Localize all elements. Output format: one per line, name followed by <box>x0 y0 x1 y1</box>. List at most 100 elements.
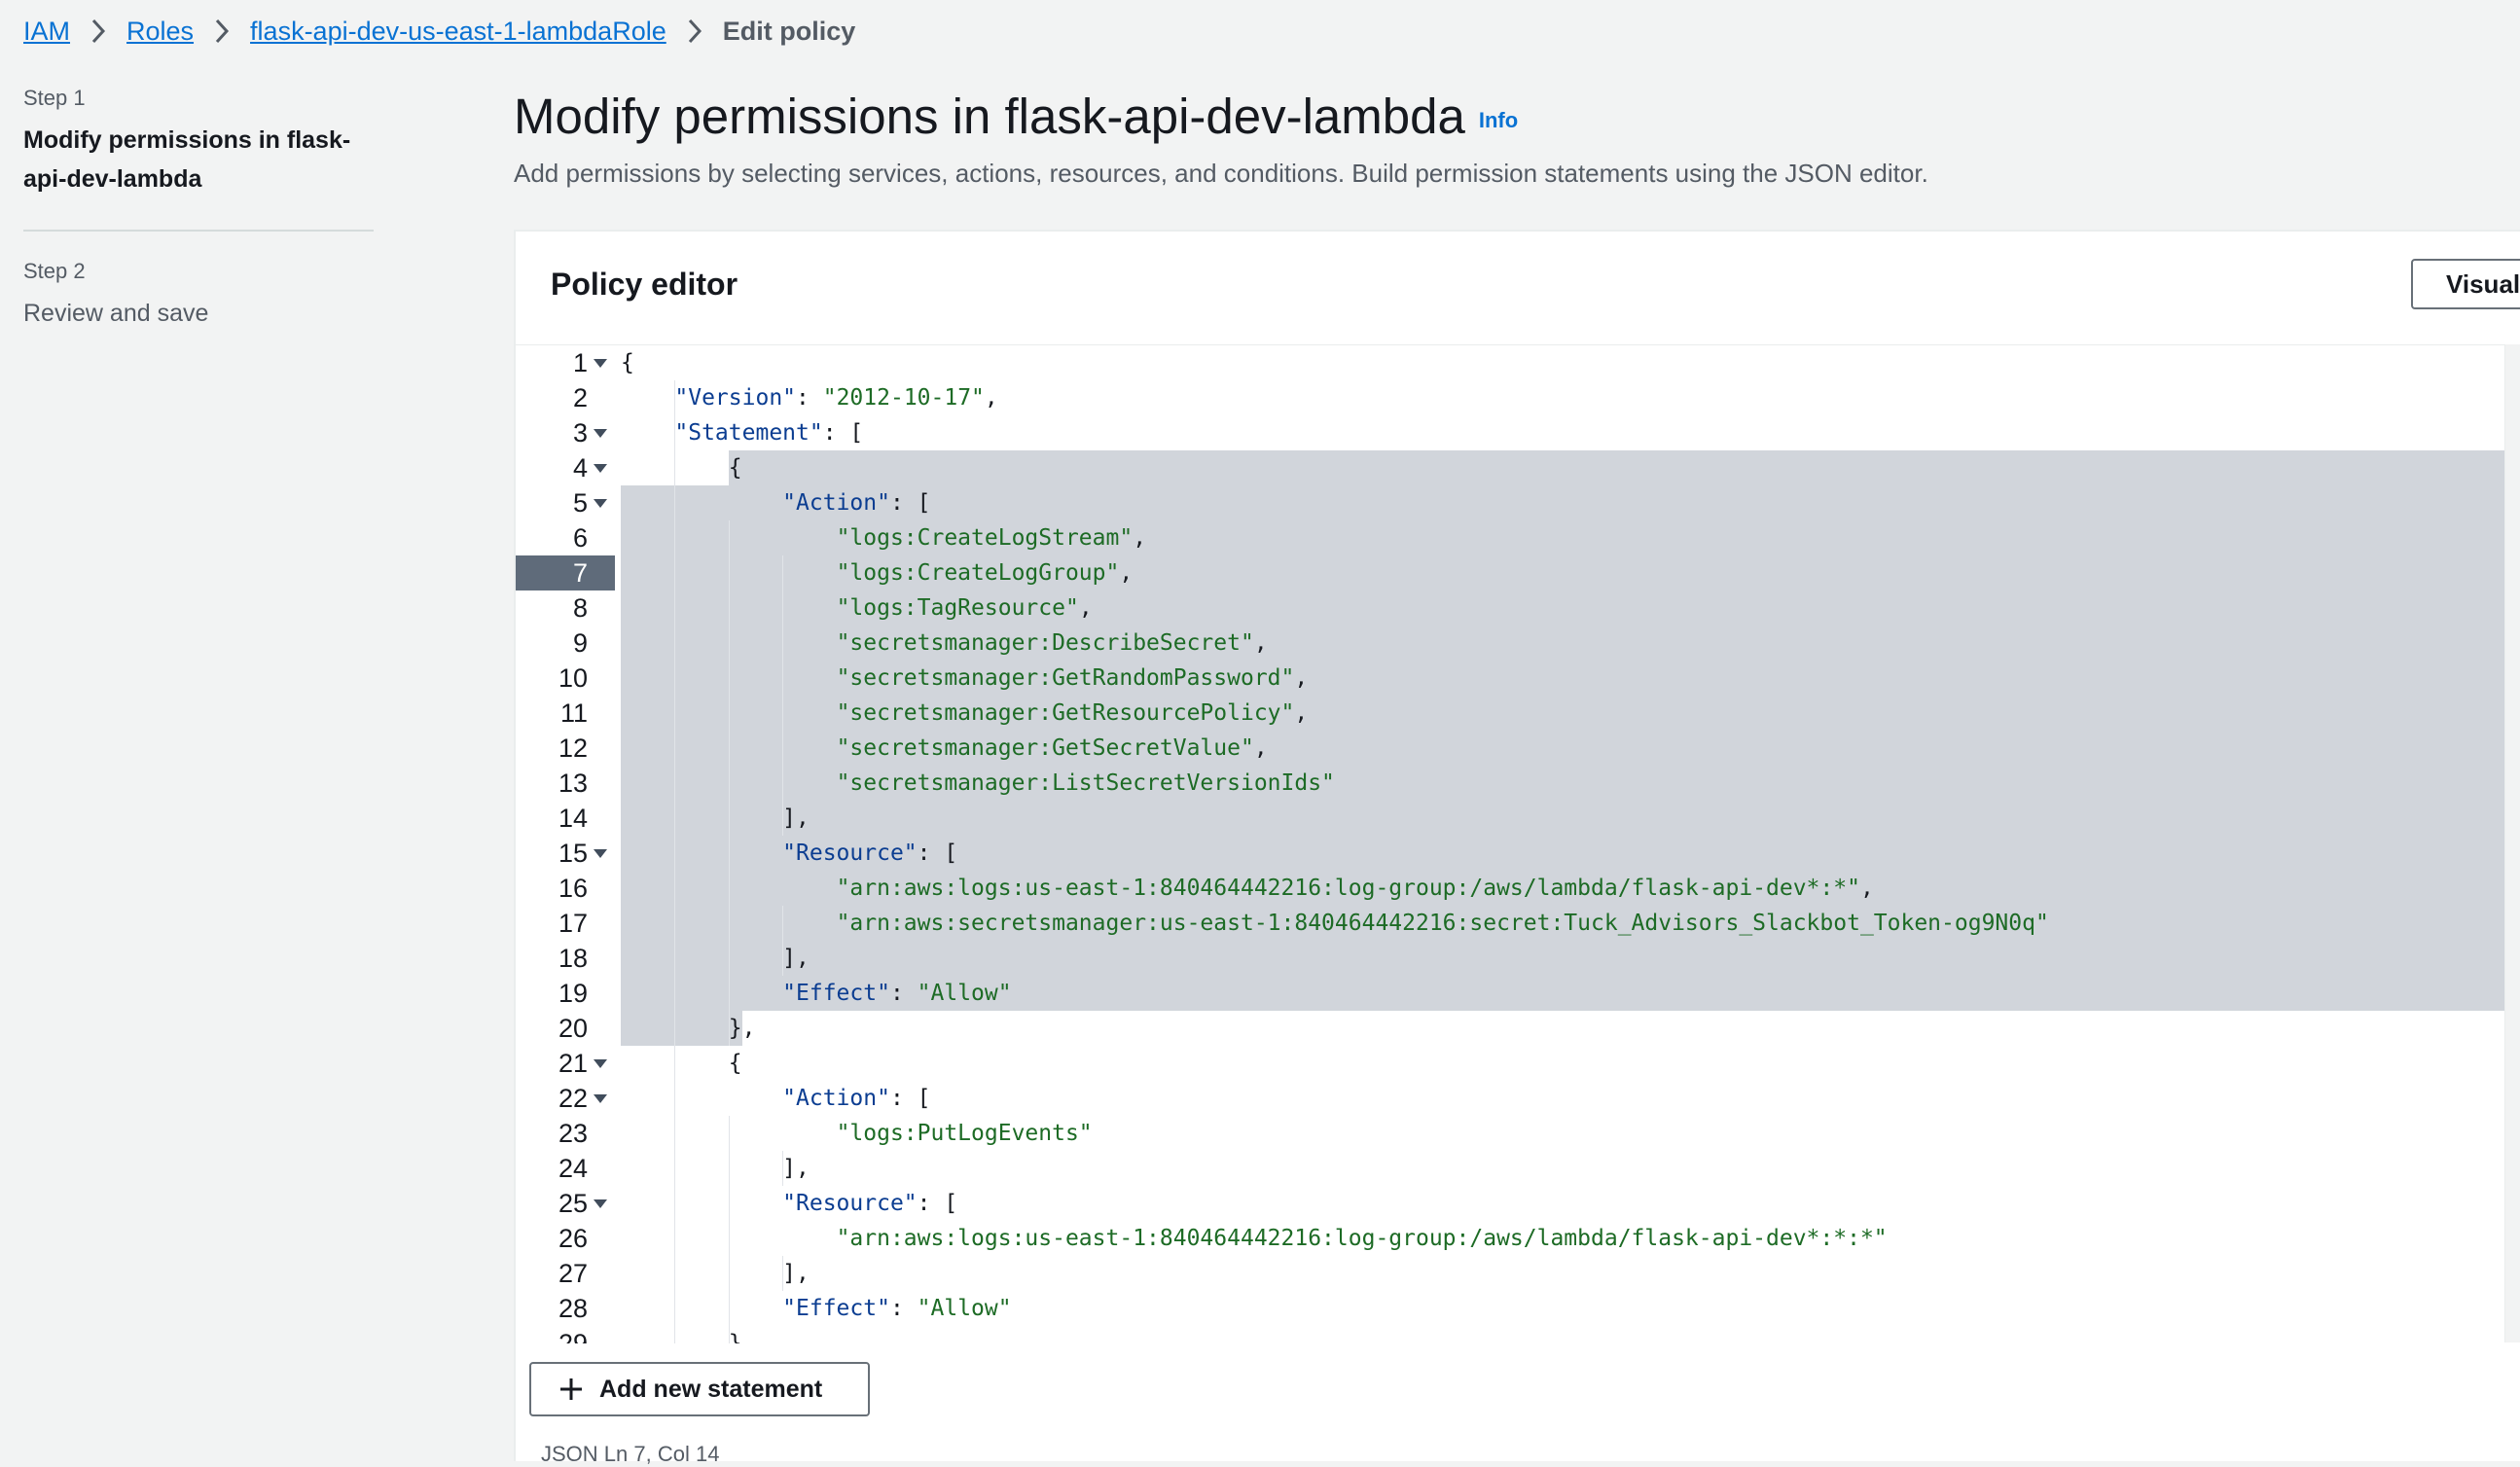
fold-caret-icon[interactable] <box>592 459 609 477</box>
fold-caret-icon[interactable] <box>592 1195 609 1212</box>
code-text: "logs:CreateLogStream", <box>836 525 1147 551</box>
line-number: 18 <box>558 944 588 973</box>
line-number: 29 <box>558 1329 588 1343</box>
code-text: "Effect": "Allow" <box>782 1296 1012 1321</box>
code-line[interactable]: 8 "logs:TagResource", <box>516 590 2504 626</box>
code-line[interactable]: 19 "Effect": "Allow" <box>516 976 2504 1011</box>
fold-caret-icon[interactable] <box>592 1090 609 1107</box>
code-text: "Resource": [ <box>782 841 958 866</box>
code-line[interactable]: 4 { <box>516 450 2504 485</box>
code-text: "secretsmanager:ListSecretVersionIds" <box>836 770 1335 796</box>
line-number: 24 <box>558 1154 588 1183</box>
code-line[interactable]: 16 "arn:aws:logs:us-east-1:840464442216:… <box>516 871 2504 906</box>
code-line[interactable]: 20 }, <box>516 1011 2504 1046</box>
code-line[interactable]: 29 } <box>516 1326 2504 1343</box>
fold-caret-icon[interactable] <box>592 1055 609 1072</box>
code-text: { <box>621 350 634 376</box>
line-number: 10 <box>558 663 588 693</box>
code-line[interactable]: 10 "secretsmanager:GetRandomPassword", <box>516 661 2504 696</box>
code-line[interactable]: 21 { <box>516 1046 2504 1081</box>
line-number: 2 <box>572 383 588 412</box>
json-code-editor[interactable]: 1{2 "Version": "2012-10-17", 3 "Statement… <box>516 344 2504 1343</box>
code-line[interactable]: 27 ], <box>516 1256 2504 1291</box>
line-number: 22 <box>558 1084 588 1113</box>
code-line[interactable]: 1{ <box>516 345 2504 380</box>
code-line[interactable]: 28 "Effect": "Allow" <box>516 1291 2504 1326</box>
breadcrumb: IAM Roles flask-api-dev-us-east-1-lambda… <box>23 14 855 49</box>
code-line[interactable]: 26 "arn:aws:logs:us-east-1:840464442216:… <box>516 1221 2504 1256</box>
line-number: 23 <box>558 1119 588 1148</box>
code-line[interactable]: 18 ], <box>516 941 2504 976</box>
page-description: Add permissions by selecting services, a… <box>514 159 1928 188</box>
line-number: 20 <box>558 1014 588 1043</box>
code-line[interactable]: 12 "secretsmanager:GetSecretValue", <box>516 731 2504 766</box>
code-text: }, <box>621 1016 756 1041</box>
code-line[interactable]: 11 "secretsmanager:GetResourcePolicy", <box>516 696 2504 731</box>
breadcrumb-iam-link[interactable]: IAM <box>23 17 70 47</box>
code-text: "Resource": [ <box>782 1191 958 1216</box>
wizard-steps: Step 1 Modify permissions in flask-api-d… <box>23 84 374 331</box>
code-text: { <box>621 1051 742 1076</box>
chevron-right-icon <box>90 18 106 44</box>
code-text: } <box>621 1331 742 1343</box>
code-line[interactable]: 2 "Version": "2012-10-17", <box>516 380 2504 415</box>
code-line[interactable]: 7 "logs:CreateLogGroup", <box>516 555 2504 590</box>
fold-caret-icon[interactable] <box>592 424 609 442</box>
code-line[interactable]: 9 "secretsmanager:DescribeSecret", <box>516 626 2504 661</box>
code-line[interactable]: 13 "secretsmanager:ListSecretVersionIds" <box>516 766 2504 801</box>
code-text: "secretsmanager:GetRandomPassword", <box>836 665 1309 691</box>
line-number: 7 <box>572 558 588 588</box>
code-text: ], <box>621 1156 810 1181</box>
step1-title[interactable]: Modify permissions in flask-api-dev-lamb… <box>23 121 374 198</box>
code-text: ], <box>621 1261 810 1286</box>
line-number: 14 <box>558 804 588 833</box>
breadcrumb-current: Edit policy <box>722 16 856 46</box>
code-text: "secretsmanager:DescribeSecret", <box>836 630 1268 656</box>
code-line[interactable]: 6 "logs:CreateLogStream", <box>516 520 2504 555</box>
visual-editor-button[interactable]: Visual <box>2411 259 2520 309</box>
line-number: 9 <box>572 628 588 658</box>
code-line[interactable]: 3 "Statement": [ <box>516 415 2504 450</box>
editor-scrollbar[interactable] <box>2504 344 2520 1342</box>
code-text: "logs:PutLogEvents" <box>836 1121 1093 1146</box>
code-text: "Action": [ <box>782 1086 931 1111</box>
breadcrumb-roles-link[interactable]: Roles <box>126 17 194 47</box>
line-number: 13 <box>558 769 588 798</box>
line-number: 8 <box>572 593 588 623</box>
line-number: 16 <box>558 874 588 903</box>
line-number: 25 <box>558 1189 588 1218</box>
line-number: 27 <box>558 1259 588 1288</box>
info-link[interactable]: Info <box>1479 108 1518 132</box>
code-line[interactable]: 17 "arn:aws:secretsmanager:us-east-1:840… <box>516 906 2504 941</box>
code-text: "logs:TagResource", <box>836 595 1093 621</box>
fold-caret-icon[interactable] <box>592 844 609 862</box>
line-number: 12 <box>558 734 588 763</box>
line-number: 11 <box>559 698 588 728</box>
code-line[interactable]: 22 "Action": [ <box>516 1081 2504 1116</box>
step2-number: Step 2 <box>23 259 86 283</box>
code-line[interactable]: 15 "Resource": [ <box>516 836 2504 871</box>
breadcrumb-role-link[interactable]: flask-api-dev-us-east-1-lambdaRole <box>250 17 666 47</box>
line-number: 19 <box>558 979 588 1008</box>
code-line[interactable]: 23 "logs:PutLogEvents" <box>516 1116 2504 1151</box>
code-line[interactable]: 14 ], <box>516 801 2504 836</box>
fold-caret-icon[interactable] <box>592 494 609 512</box>
line-number: 5 <box>572 488 588 518</box>
code-text: "arn:aws:secretsmanager:us-east-1:840464… <box>836 911 2049 936</box>
page-title: Modify permissions in flask-api-dev-lamb… <box>514 86 1518 152</box>
line-number: 6 <box>572 523 588 553</box>
code-line[interactable]: 5 "Action": [ <box>516 485 2504 520</box>
code-text: "arn:aws:logs:us-east-1:840464442216:log… <box>836 876 1874 901</box>
line-number: 3 <box>572 418 588 447</box>
add-new-statement-button[interactable]: Add new statement <box>529 1362 870 1416</box>
chevron-right-icon <box>214 18 230 44</box>
code-line[interactable]: 25 "Resource": [ <box>516 1186 2504 1221</box>
code-text: ], <box>621 946 810 971</box>
code-line[interactable]: 24 ], <box>516 1151 2504 1186</box>
code-text: "Action": [ <box>782 490 931 516</box>
fold-caret-icon[interactable] <box>592 354 609 372</box>
line-number: 1 <box>572 348 588 377</box>
line-number: 4 <box>572 453 588 483</box>
step2-title[interactable]: Review and save <box>23 296 374 331</box>
code-text: { <box>621 455 742 481</box>
